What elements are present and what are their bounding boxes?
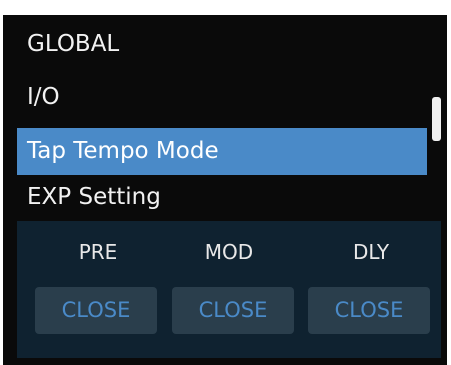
menu-item-io[interactable]: I/O	[17, 74, 427, 121]
device-screen: GLOBAL I/O Tap Tempo Mode EXP Setting PR…	[0, 0, 451, 365]
dly-close-button[interactable]: CLOSE	[308, 287, 430, 334]
mod-label: MOD	[204, 240, 254, 264]
menu-item-exp-setting[interactable]: EXP Setting	[17, 174, 427, 221]
scrollbar-thumb[interactable]	[432, 97, 441, 141]
screen-top-border	[0, 0, 451, 15]
mod-close-button[interactable]: CLOSE	[172, 287, 294, 334]
effect-panel: PRE MOD DLY CLOSE CLOSE CLOSE	[17, 221, 441, 358]
pre-close-button[interactable]: CLOSE	[35, 287, 157, 334]
screen-right-border	[447, 0, 451, 365]
dly-label: DLY	[352, 240, 390, 264]
screen-left-border	[0, 0, 3, 365]
menu-item-tap-tempo-mode[interactable]: Tap Tempo Mode	[17, 128, 427, 175]
menu-item-global[interactable]: GLOBAL	[17, 21, 427, 68]
pre-label: PRE	[78, 240, 118, 264]
